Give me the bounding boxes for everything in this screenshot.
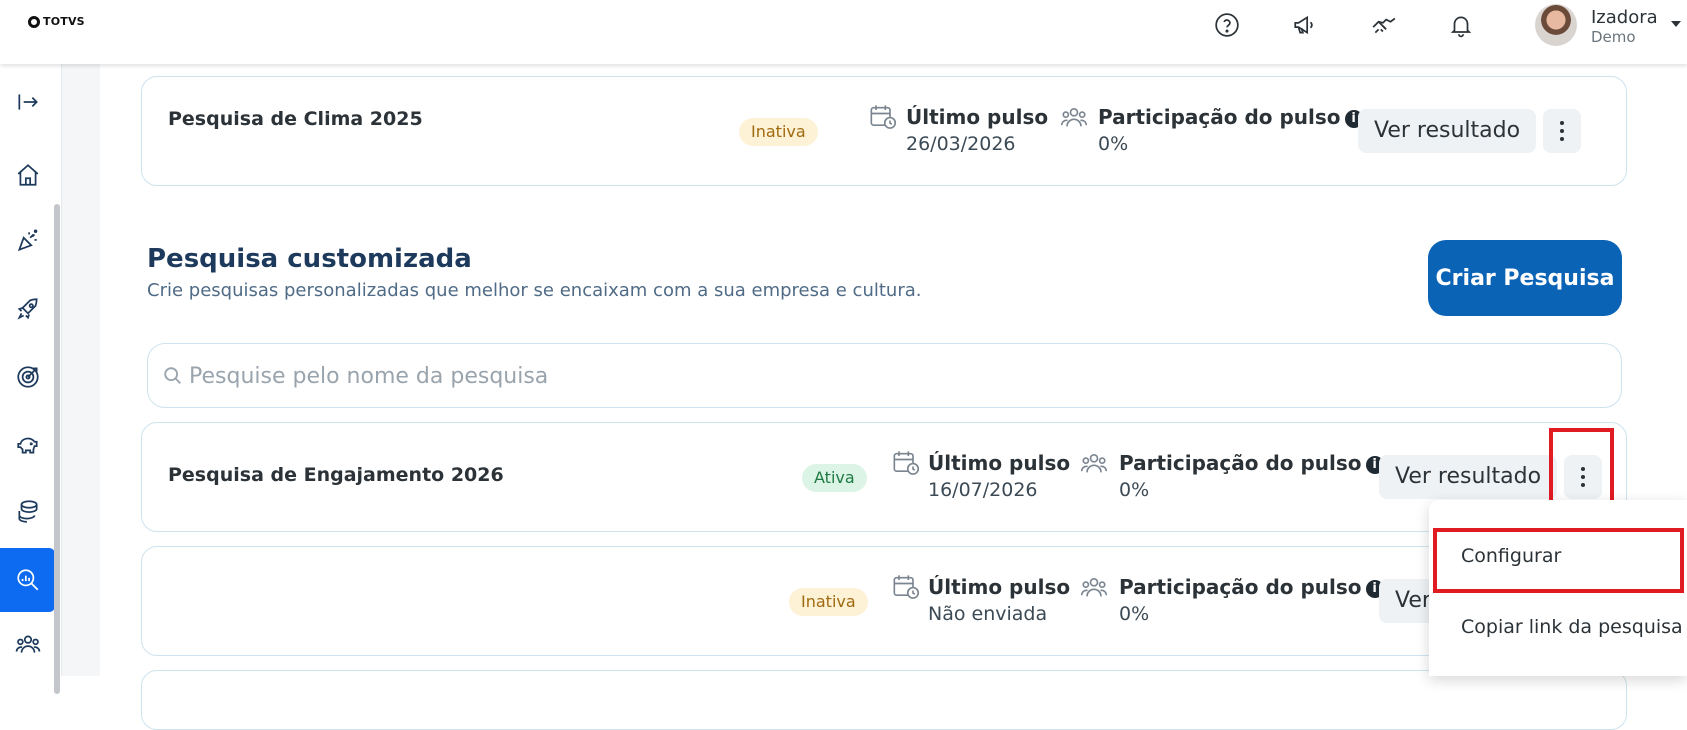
search-input[interactable]: Pesquise pelo nome da pesquisa — [147, 343, 1622, 408]
search-placeholder: Pesquise pelo nome da pesquisa — [189, 364, 549, 389]
section-subtitle: Crie pesquisas personalizadas que melhor… — [147, 280, 922, 301]
status-badge: Ativa — [802, 464, 867, 492]
logo-text: TOTVS — [43, 15, 85, 28]
participation-value: 0% — [1119, 603, 1150, 625]
kebab-dot — [1560, 129, 1564, 133]
logo-mark — [28, 15, 40, 28]
last-pulse-value: Não enviada — [928, 603, 1048, 625]
avatar[interactable] — [1535, 4, 1577, 46]
user-role: Demo — [1591, 28, 1636, 46]
kebab-dot — [1560, 121, 1564, 125]
piggy-bank-icon[interactable] — [0, 413, 55, 477]
people-group-icon — [1060, 103, 1088, 131]
target-icon[interactable] — [0, 345, 55, 409]
totvs-logo[interactable]: TOTVS — [28, 15, 85, 28]
last-pulse-label: Último pulso — [928, 451, 1071, 475]
participation-value: 0% — [1098, 133, 1129, 155]
survey-card-engagement: Pesquisa de Engajamento 2026 Ativa Últim… — [141, 422, 1627, 532]
coins-icon[interactable] — [0, 479, 55, 543]
last-pulse-value: 26/03/2026 — [906, 133, 1016, 155]
people-group-icon — [1080, 449, 1108, 477]
participation-label-text: Participação do pulso — [1098, 105, 1341, 129]
last-pulse-value: 16/07/2026 — [928, 479, 1038, 501]
survey-card-partial — [141, 670, 1627, 730]
top-bar: TOTVS Izadora Demo — [0, 0, 1687, 64]
survey-title: Pesquisa de Clima 2025 — [168, 108, 423, 130]
help-icon[interactable] — [1212, 10, 1242, 40]
search-icon — [162, 365, 184, 387]
menu-item-copy-link[interactable]: Copiar link da pesquisa — [1461, 616, 1683, 638]
status-badge: Inativa — [789, 588, 868, 616]
last-pulse-label: Último pulso — [928, 575, 1071, 599]
survey-title: Pesquisa de Engajamento 2026 — [168, 464, 504, 486]
people-group-icon — [1080, 573, 1108, 601]
kebab-dot — [1560, 137, 1564, 141]
status-badge: Inativa — [739, 118, 818, 146]
expand-icon[interactable] — [0, 70, 55, 134]
view-result-button[interactable]: Ver resultado — [1379, 455, 1558, 499]
rocket-icon[interactable] — [0, 277, 55, 341]
megaphone-icon[interactable] — [1290, 10, 1320, 40]
sidebar-scrollbar[interactable] — [54, 204, 60, 694]
people-icon[interactable] — [0, 612, 55, 676]
chevron-down-icon[interactable] — [1671, 21, 1681, 27]
bell-icon[interactable] — [1446, 10, 1476, 40]
section-title: Pesquisa customizada — [147, 244, 472, 274]
participation-label: Participação do pulso i — [1119, 451, 1384, 475]
participation-label-text: Participação do pulso — [1119, 451, 1362, 475]
survey-card-untitled: Inativa Último pulso Não enviada Partici… — [141, 546, 1627, 656]
last-pulse-label: Último pulso — [906, 105, 1049, 129]
home-icon[interactable] — [0, 143, 55, 207]
calendar-clock-icon — [869, 103, 897, 131]
configure-highlight — [1433, 528, 1684, 593]
more-options-button[interactable] — [1543, 109, 1581, 153]
participation-label: Participação do pulso i — [1098, 105, 1363, 129]
participation-label-text: Participação do pulso — [1119, 575, 1362, 599]
kebab-highlight — [1549, 428, 1614, 506]
calendar-clock-icon — [892, 573, 920, 601]
calendar-clock-icon — [892, 449, 920, 477]
sidebar — [0, 64, 62, 694]
view-result-button[interactable]: Ver resultado — [1358, 109, 1537, 153]
participation-label: Participação do pulso i — [1119, 575, 1384, 599]
create-survey-button[interactable]: Criar Pesquisa — [1428, 240, 1622, 316]
survey-card-climate: Pesquisa de Clima 2025 Inativa Último pu… — [141, 76, 1627, 186]
handshake-icon[interactable] — [1369, 10, 1399, 40]
survey-analytics-icon[interactable] — [0, 548, 55, 612]
user-name[interactable]: Izadora — [1591, 7, 1658, 28]
celebration-icon[interactable] — [0, 209, 55, 273]
participation-value: 0% — [1119, 479, 1150, 501]
